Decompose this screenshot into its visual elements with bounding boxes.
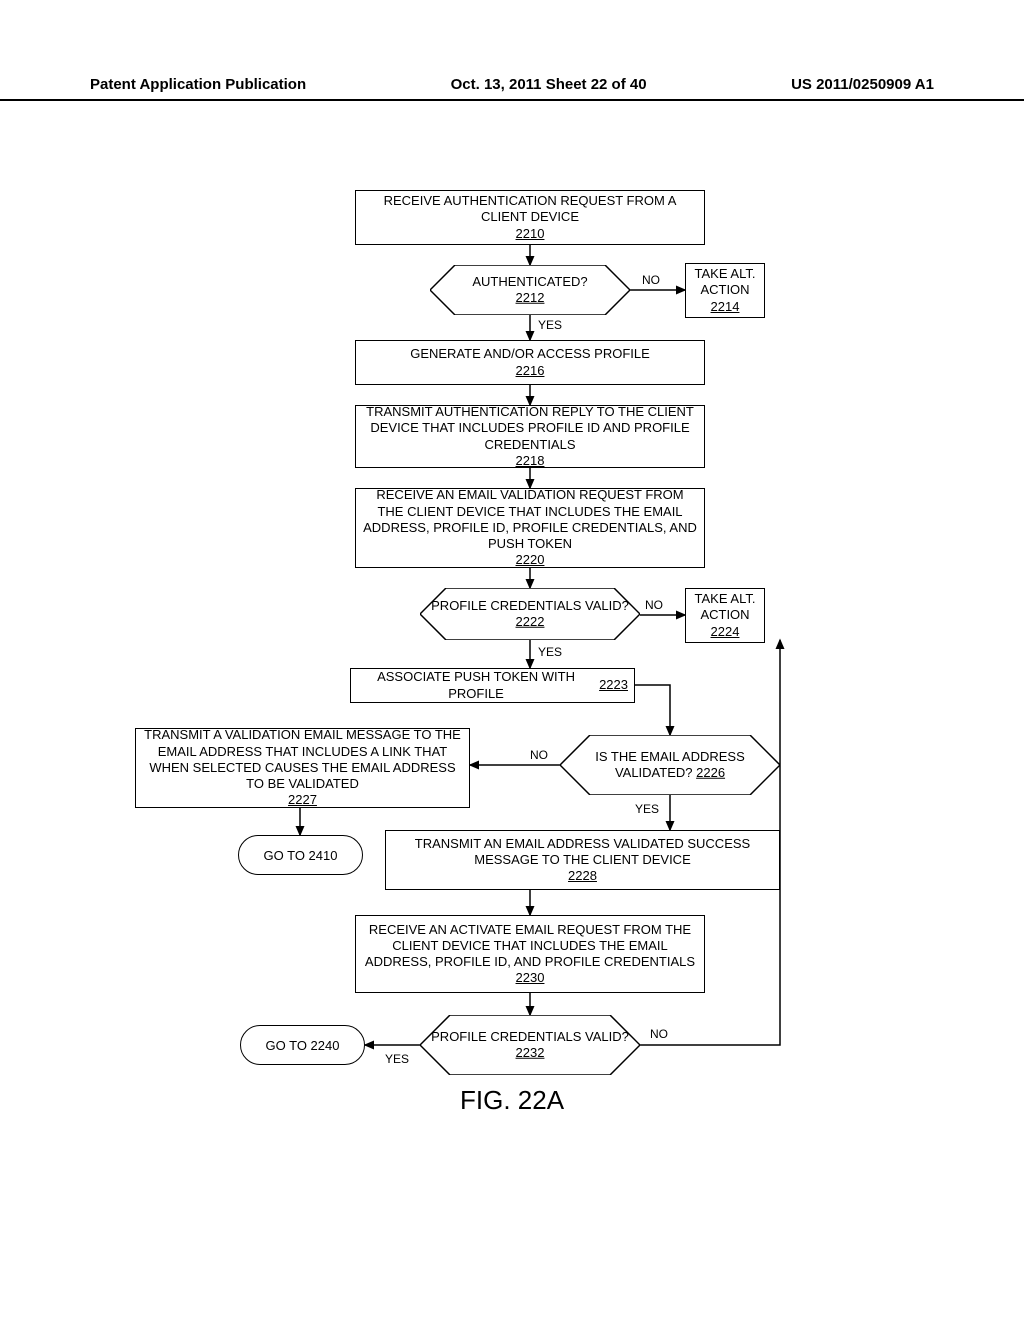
decision-2222-text: PROFILE CREDENTIALS VALID? bbox=[431, 598, 629, 613]
header-center: Oct. 13, 2011 Sheet 22 of 40 bbox=[451, 76, 647, 93]
decision-2212: AUTHENTICATED? 2212 bbox=[430, 265, 630, 315]
decision-2226: IS THE EMAIL ADDRESS VALIDATED? 2226 bbox=[560, 735, 780, 795]
terminal-2240-text: GO TO 2240 bbox=[266, 1038, 340, 1053]
process-2214-text: TAKE ALT. ACTION bbox=[692, 266, 758, 299]
terminal-2410-text: GO TO 2410 bbox=[264, 848, 338, 863]
process-2210-text: RECEIVE AUTHENTICATION REQUEST FROM A CL… bbox=[362, 193, 698, 226]
process-2230-ref: 2230 bbox=[516, 970, 545, 986]
label-2222-no: NO bbox=[645, 598, 663, 612]
process-2224: TAKE ALT. ACTION 2224 bbox=[685, 588, 765, 643]
process-2223: ASSOCIATE PUSH TOKEN WITH PROFILE 2223 bbox=[350, 668, 635, 703]
label-2226-yes: YES bbox=[635, 802, 659, 816]
process-2228-ref: 2228 bbox=[568, 868, 597, 884]
label-2222-yes: YES bbox=[538, 645, 562, 659]
decision-2232-ref: 2232 bbox=[516, 1045, 545, 1060]
process-2220-ref: 2220 bbox=[516, 552, 545, 567]
process-2216: GENERATE AND/OR ACCESS PROFILE 2216 bbox=[355, 340, 705, 385]
process-2220: RECEIVE AN EMAIL VALIDATION REQUEST FROM… bbox=[355, 488, 705, 568]
header-left: Patent Application Publication bbox=[90, 76, 306, 93]
process-2214: TAKE ALT. ACTION 2214 bbox=[685, 263, 765, 318]
label-2212-no: NO bbox=[642, 273, 660, 287]
label-2232-yes: YES bbox=[385, 1052, 409, 1066]
terminal-2240: GO TO 2240 bbox=[240, 1025, 365, 1065]
figure-caption: FIG. 22A bbox=[460, 1085, 564, 1116]
process-2224-ref: 2224 bbox=[711, 624, 740, 640]
process-2224-text: TAKE ALT. ACTION bbox=[692, 591, 758, 624]
decision-2232-text: PROFILE CREDENTIALS VALID? bbox=[431, 1029, 629, 1044]
decision-2212-ref: 2212 bbox=[516, 290, 545, 305]
process-2210: RECEIVE AUTHENTICATION REQUEST FROM A CL… bbox=[355, 190, 705, 245]
process-2227-text: TRANSMIT A VALIDATION EMAIL MESSAGE TO T… bbox=[142, 727, 463, 792]
label-2212-yes: YES bbox=[538, 318, 562, 332]
decision-2212-text: AUTHENTICATED? bbox=[472, 274, 587, 289]
process-2228: TRANSMIT AN EMAIL ADDRESS VALIDATED SUCC… bbox=[385, 830, 780, 890]
decision-2222-ref: 2222 bbox=[516, 614, 545, 629]
terminal-2410: GO TO 2410 bbox=[238, 835, 363, 875]
decision-2222: PROFILE CREDENTIALS VALID? 2222 bbox=[420, 588, 640, 640]
process-2214-ref: 2214 bbox=[711, 299, 740, 315]
process-2227: TRANSMIT A VALIDATION EMAIL MESSAGE TO T… bbox=[135, 728, 470, 808]
process-2227-ref: 2227 bbox=[288, 792, 317, 807]
process-2220-text: RECEIVE AN EMAIL VALIDATION REQUEST FROM… bbox=[362, 487, 698, 552]
flowchart: RECEIVE AUTHENTICATION REQUEST FROM A CL… bbox=[130, 190, 910, 1260]
decision-2226-ref: 2226 bbox=[696, 765, 725, 780]
header-right: US 2011/0250909 A1 bbox=[791, 76, 934, 93]
process-2223-text: ASSOCIATE PUSH TOKEN WITH PROFILE bbox=[357, 669, 595, 702]
process-2216-text: GENERATE AND/OR ACCESS PROFILE bbox=[410, 346, 650, 362]
process-2218: TRANSMIT AUTHENTICATION REPLY TO THE CLI… bbox=[355, 405, 705, 468]
process-2228-text: TRANSMIT AN EMAIL ADDRESS VALIDATED SUCC… bbox=[392, 836, 773, 869]
process-2210-ref: 2210 bbox=[516, 226, 545, 242]
page-header: Patent Application Publication Oct. 13, … bbox=[0, 76, 1024, 101]
process-2223-ref: 2223 bbox=[599, 677, 628, 693]
process-2218-text: TRANSMIT AUTHENTICATION REPLY TO THE CLI… bbox=[362, 404, 698, 453]
label-2232-no: NO bbox=[650, 1027, 668, 1041]
process-2216-ref: 2216 bbox=[516, 363, 545, 379]
process-2230: RECEIVE AN ACTIVATE EMAIL REQUEST FROM T… bbox=[355, 915, 705, 993]
process-2218-ref: 2218 bbox=[516, 453, 545, 468]
label-2226-no: NO bbox=[530, 748, 548, 762]
decision-2232: PROFILE CREDENTIALS VALID? 2232 bbox=[420, 1015, 640, 1075]
process-2230-text: RECEIVE AN ACTIVATE EMAIL REQUEST FROM T… bbox=[362, 922, 698, 971]
